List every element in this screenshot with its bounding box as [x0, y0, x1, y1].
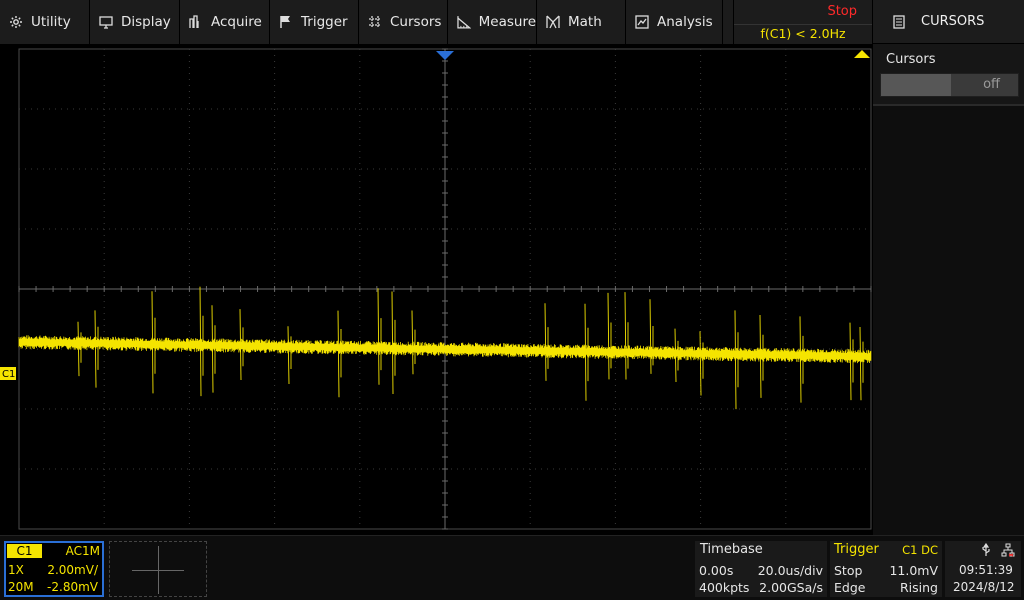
system-date: 2024/8/12	[953, 580, 1015, 594]
menu-display-label: Display	[121, 14, 171, 30]
channel-1-bandwidth: 20M	[8, 580, 34, 594]
cursor-grid-icon	[369, 16, 381, 28]
side-panel-title: CURSORS	[921, 14, 985, 29]
trigger-type: Edge	[834, 580, 866, 595]
channel-1-offset: -2.80mV	[47, 580, 98, 594]
menu-measure[interactable]: Measure	[448, 0, 537, 44]
menu-utility-label: Utility	[31, 14, 71, 30]
gear-icon	[10, 16, 22, 28]
trigger-source: C1 DC	[902, 543, 938, 557]
toggle-state-label: off	[983, 77, 1000, 92]
cursors-setting: Cursors off	[873, 44, 1024, 106]
document-icon	[893, 14, 905, 29]
trigger-state: Stop	[834, 563, 863, 578]
menu-trigger[interactable]: Trigger	[270, 0, 359, 44]
channel-1-tag: C1	[7, 544, 42, 558]
timebase-title: Timebase	[700, 542, 763, 557]
memory-depth: 400kpts	[699, 580, 750, 595]
channel-1-probe: 1X	[8, 563, 24, 577]
channel-1-info[interactable]: C1 AC1M 1X 2.00mV/ 20M -2.80mV	[4, 541, 104, 597]
trigger-position-marker[interactable]	[436, 51, 454, 60]
trigger-level-marker[interactable]	[854, 50, 870, 58]
math-icon	[546, 15, 560, 29]
analysis-icon	[635, 15, 649, 29]
trigger-frequency-readout: f(C1) < 2.0Hz	[734, 24, 872, 41]
cursors-label: Cursors	[886, 52, 936, 67]
trigger-level: 11.0mV	[889, 563, 938, 578]
menu-math-label: Math	[568, 14, 602, 30]
monitor-icon	[99, 16, 113, 29]
channel-offset-marker[interactable]: C1	[0, 367, 16, 380]
menu-display[interactable]: Display	[90, 0, 180, 44]
toggle-knob	[881, 74, 951, 96]
menu-math[interactable]: Math	[537, 0, 626, 44]
menu-analysis-label: Analysis	[657, 14, 713, 30]
sample-rate: 2.00GSa/s	[759, 580, 823, 595]
timebase-scale: 20.0us/div	[757, 563, 823, 578]
bottom-status-bar: C1 AC1M 1X 2.00mV/ 20M -2.80mV Timebase …	[0, 535, 1024, 600]
menu-trigger-label: Trigger	[301, 14, 348, 30]
side-panel-header: CURSORS	[873, 0, 1024, 44]
acquire-icon	[189, 15, 199, 28]
flag-icon	[280, 16, 290, 28]
waveform-grid: C1	[0, 48, 872, 530]
cursors-toggle[interactable]: off	[880, 73, 1019, 97]
trigger-info[interactable]: Trigger C1 DC Stop 11.0mV Edge Rising	[830, 541, 942, 597]
channel-1-coupling: AC1M	[65, 544, 100, 558]
timebase-info[interactable]: Timebase 0.00s 20.0us/div 400kpts 2.00GS…	[695, 541, 827, 597]
menu-cursors-label: Cursors	[390, 14, 442, 30]
menu-acquire-label: Acquire	[211, 14, 262, 30]
add-channel-slot[interactable]	[109, 541, 207, 597]
usb-icon	[982, 543, 990, 556]
waveform-display[interactable]: C1	[0, 44, 873, 535]
trigger-slope: Rising	[899, 580, 938, 595]
menu-analysis[interactable]: Analysis	[626, 0, 723, 44]
timebase-delay: 0.00s	[699, 563, 734, 578]
acquisition-status[interactable]: Stop f(C1) < 2.0Hz	[733, 0, 872, 44]
system-info[interactable]: 09:51:39 2024/8/12	[945, 541, 1021, 597]
channel-offset-label: C1	[2, 369, 15, 380]
cursors-side-panel: CURSORS Cursors off	[873, 0, 1024, 535]
system-time: 09:51:39	[959, 563, 1013, 577]
menu-cursors[interactable]: Cursors	[359, 0, 448, 44]
network-icon	[1001, 543, 1015, 557]
menu-measure-label: Measure	[478, 14, 536, 30]
menu-utility[interactable]: Utility	[0, 0, 90, 44]
measure-icon	[457, 16, 471, 29]
run-state-label: Stop	[827, 4, 857, 19]
menu-acquire[interactable]: Acquire	[180, 0, 270, 44]
channel-1-scale: 2.00mV/	[47, 563, 98, 577]
trigger-title: Trigger	[834, 542, 879, 557]
